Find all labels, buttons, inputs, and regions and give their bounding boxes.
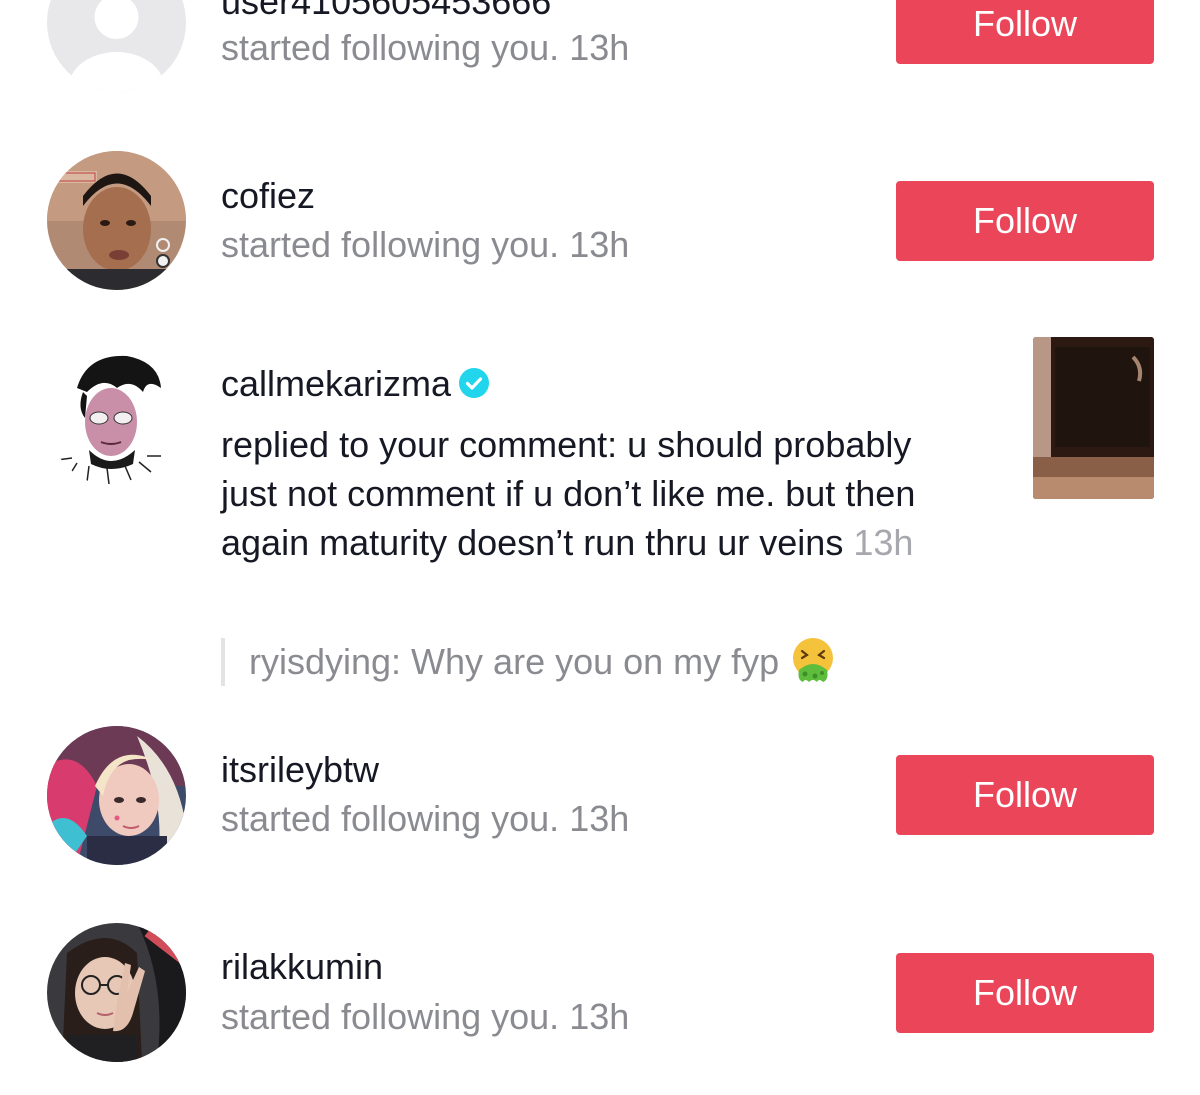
user-photo xyxy=(47,151,186,290)
follow-button[interactable]: Follow xyxy=(896,0,1154,64)
timestamp: 13h xyxy=(853,522,914,563)
username[interactable]: user4105605453666 xyxy=(221,0,551,22)
video-thumbnail[interactable] xyxy=(1033,337,1154,499)
verified-badge-icon xyxy=(459,368,490,399)
nauseated-face-emoji-icon xyxy=(793,638,834,683)
username-row: callmekarizma xyxy=(221,363,490,404)
user-photo xyxy=(47,923,186,1062)
username[interactable]: callmekarizma xyxy=(221,363,451,404)
follow-button[interactable]: Follow xyxy=(896,181,1154,261)
avatar-callmekarizma[interactable] xyxy=(47,348,186,487)
notification-text: started following you. 13h xyxy=(221,996,630,1037)
notifications-list: user4105605453666 started following you.… xyxy=(0,0,1200,1095)
notification-text: started following you. 13h xyxy=(221,27,630,68)
reply-text: replied to your comment: u should probab… xyxy=(221,424,916,563)
default-avatar-icon xyxy=(47,0,186,92)
video-thumbnail-image xyxy=(1033,337,1154,499)
avatar-rilakkumin[interactable] xyxy=(47,923,186,1062)
avatar-itsrileybtw[interactable] xyxy=(47,726,186,865)
notification-text: started following you. 13h xyxy=(221,798,630,839)
username[interactable]: rilakkumin xyxy=(221,947,383,987)
username[interactable]: cofiez xyxy=(221,176,315,216)
avatar-cofiez[interactable] xyxy=(47,151,186,290)
follow-button[interactable]: Follow xyxy=(896,755,1154,835)
notification-text: started following you. 13h xyxy=(221,224,630,265)
username[interactable]: itsrileybtw xyxy=(221,750,379,790)
user-photo xyxy=(47,726,186,865)
quoted-comment: ryisdying: Why are you on my fyp xyxy=(221,638,837,686)
avatar-default[interactable] xyxy=(47,0,186,92)
illustrated-avatar xyxy=(47,348,186,487)
follow-button[interactable]: Follow xyxy=(896,953,1154,1033)
